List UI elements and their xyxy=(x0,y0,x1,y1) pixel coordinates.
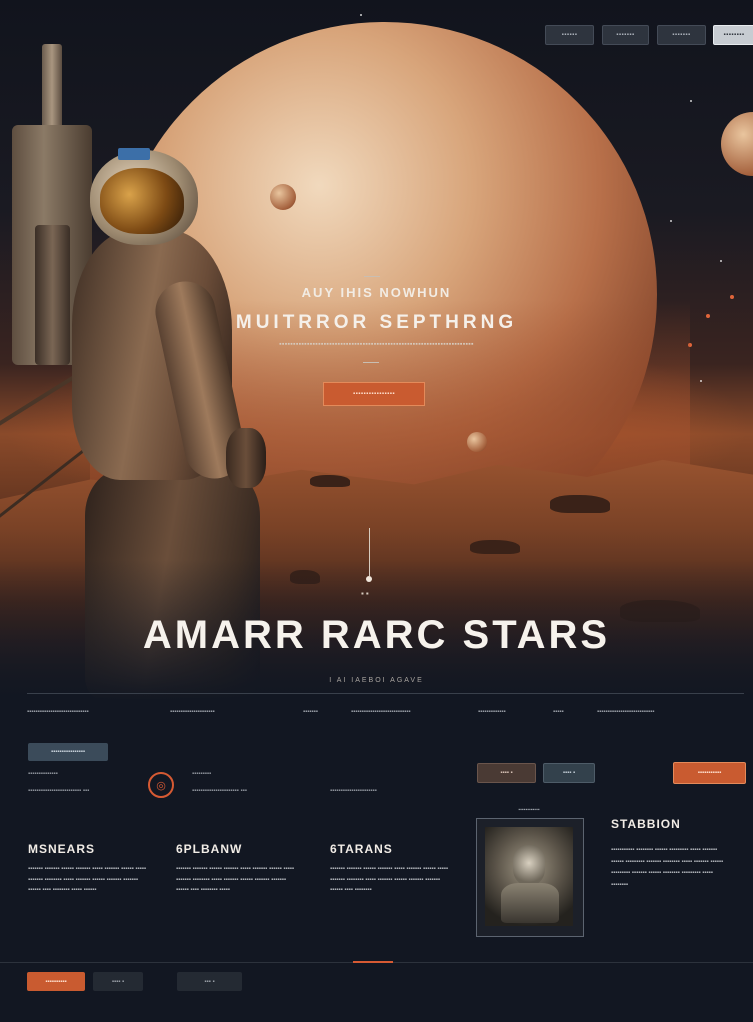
primary-action-button[interactable]: ▪▪▪▪▪▪▪▪▪▪▪ xyxy=(673,762,746,784)
helmet-visor xyxy=(100,168,184,234)
section-title: AMARR RARC STARS xyxy=(142,613,611,657)
scroll-indicator[interactable] xyxy=(366,576,372,582)
meta-item: ▪▪▪▪▪▪▪▪▪▪▪▪▪▪▪▪▪▪▪▪▪▪▪▪▪▪▪ xyxy=(597,709,655,715)
sidebar-body: ▪▪▪▪▪▪▪▪▪▪▪ ▪▪▪▪▪▪▪▪ ▪▪▪▪▪▪ ▪▪▪▪▪▪▪▪▪ ▪▪… xyxy=(611,847,724,888)
column-heading: MSNEARS xyxy=(28,842,96,856)
divider xyxy=(364,276,380,277)
feature-value: ▪▪▪▪▪▪▪▪▪▪▪▪▪▪▪▪▪▪▪▪▪▪ ▪▪▪ xyxy=(192,788,247,794)
hero-cta-button[interactable]: ▪▪▪▪▪▪▪▪▪▪▪▪▪▪▪▪ xyxy=(323,382,425,406)
rock xyxy=(470,540,520,554)
progress-indicator xyxy=(353,961,393,963)
divider xyxy=(27,693,744,694)
moon-horizon xyxy=(467,432,487,452)
tab-b[interactable]: ▪▪▪▪ ▪ xyxy=(543,763,595,783)
nav-link-2[interactable]: ▪▪▪▪▪▪▪ xyxy=(602,25,649,45)
star xyxy=(720,260,722,262)
column-heading: 6PLBANW xyxy=(176,842,243,856)
meta-item: ▪▪▪▪▪▪▪▪▪▪▪▪▪▪▪▪▪▪▪▪▪ xyxy=(170,709,215,715)
hero-title: MUITRROR SEPTHRNG xyxy=(235,312,518,333)
hero-pretitle: AUY IHIS NOWHUN xyxy=(301,285,452,300)
divider xyxy=(363,362,379,363)
target-icon: ◎ xyxy=(148,772,174,798)
feature-value: ▪▪▪▪▪▪▪▪▪▪▪▪▪▪▪▪▪▪▪▪▪▪▪▪▪ ▪▪▪ xyxy=(28,788,90,794)
image-caption: ▪▪▪▪▪▪▪▪▪▪▪▪ xyxy=(518,807,540,813)
section-caption: I AI IAEBOI AGAVE xyxy=(329,677,424,684)
thumbnail-body xyxy=(501,883,559,923)
meta-item: ▪▪▪▪▪▪▪▪▪▪▪▪▪ xyxy=(478,709,506,715)
tab-a[interactable]: ▪▪▪▪ ▪ xyxy=(477,763,536,783)
sidebar-heading: STABBION xyxy=(611,817,681,831)
nav-cta-button[interactable]: ▪▪▪▪▪▪▪▪ xyxy=(713,25,753,45)
feature-label: ▪▪▪▪▪▪▪▪▪ xyxy=(192,771,212,777)
footer-secondary-button[interactable]: ▪▪▪▪ ▪ xyxy=(93,972,143,991)
astronaut-thumbnail[interactable] xyxy=(476,818,584,937)
hero-subtitle: ▪▪▪▪▪▪▪▪▪▪▪▪▪▪▪▪▪▪▪▪▪▪▪▪▪▪▪▪▪▪▪▪▪▪▪▪▪▪▪▪… xyxy=(279,341,474,348)
moon-right xyxy=(721,112,753,176)
meta-item: ▪▪▪▪▪▪▪ xyxy=(303,709,318,715)
star xyxy=(360,14,362,16)
meta-item: ▪▪▪▪▪▪▪▪▪▪▪▪▪▪▪▪▪▪▪▪▪▪▪▪▪▪▪▪ xyxy=(351,709,411,715)
column-heading: 6TARANS xyxy=(330,842,393,856)
footer-primary-button[interactable]: ▪▪▪▪▪▪▪▪▪▪ xyxy=(27,972,85,991)
column-body: ▪▪▪▪▪▪▪ ▪▪▪▪▪▪▪ ▪▪▪▪▪▪ ▪▪▪▪▪▪▪ ▪▪▪▪▪ ▪▪▪… xyxy=(330,866,449,893)
feature-value: ▪▪▪▪▪▪▪▪▪▪▪▪▪▪▪▪▪▪▪▪▪▪ xyxy=(330,788,377,794)
feature-label: ▪▪▪▪▪▪▪▪▪▪▪▪▪▪ xyxy=(28,771,58,777)
nav-link-1[interactable]: ▪▪▪▪▪▪ xyxy=(545,25,594,45)
star xyxy=(700,380,702,382)
nav-link-3[interactable]: ▪▪▪▪▪▪▪ xyxy=(657,25,706,45)
column-body: ▪▪▪▪▪▪▪ ▪▪▪▪▪▪▪ ▪▪▪▪▪▪ ▪▪▪▪▪▪▪ ▪▪▪▪▪ ▪▪▪… xyxy=(176,866,295,893)
moon-small xyxy=(270,184,296,210)
rock xyxy=(550,495,610,513)
thumbnail-helmet xyxy=(513,845,545,885)
column-body: ▪▪▪▪▪▪▪ ▪▪▪▪▪▪▪ ▪▪▪▪▪▪ ▪▪▪▪▪▪▪ ▪▪▪▪▪ ▪▪▪… xyxy=(28,866,147,893)
helmet-flag xyxy=(118,148,150,160)
star xyxy=(690,100,692,102)
backpack-antenna xyxy=(42,44,62,134)
rock xyxy=(310,475,350,487)
astronaut-glove xyxy=(226,428,266,488)
footer-tertiary-button[interactable]: ▪▪▪ ▪ xyxy=(177,972,242,991)
hero-section xyxy=(0,0,753,700)
scroll-line xyxy=(369,528,370,576)
meta-item: ▪▪▪▪▪ xyxy=(553,709,564,715)
star xyxy=(670,220,672,222)
scroll-marks: ▪▪ xyxy=(361,589,371,598)
filter-pill[interactable]: ▪▪▪▪▪▪▪▪▪▪▪▪▪▪▪▪ xyxy=(28,743,108,761)
thumbnail-image xyxy=(485,827,573,926)
meta-item: ▪▪▪▪▪▪▪▪▪▪▪▪▪▪▪▪▪▪▪▪▪▪▪▪▪▪▪▪▪ xyxy=(27,709,89,715)
